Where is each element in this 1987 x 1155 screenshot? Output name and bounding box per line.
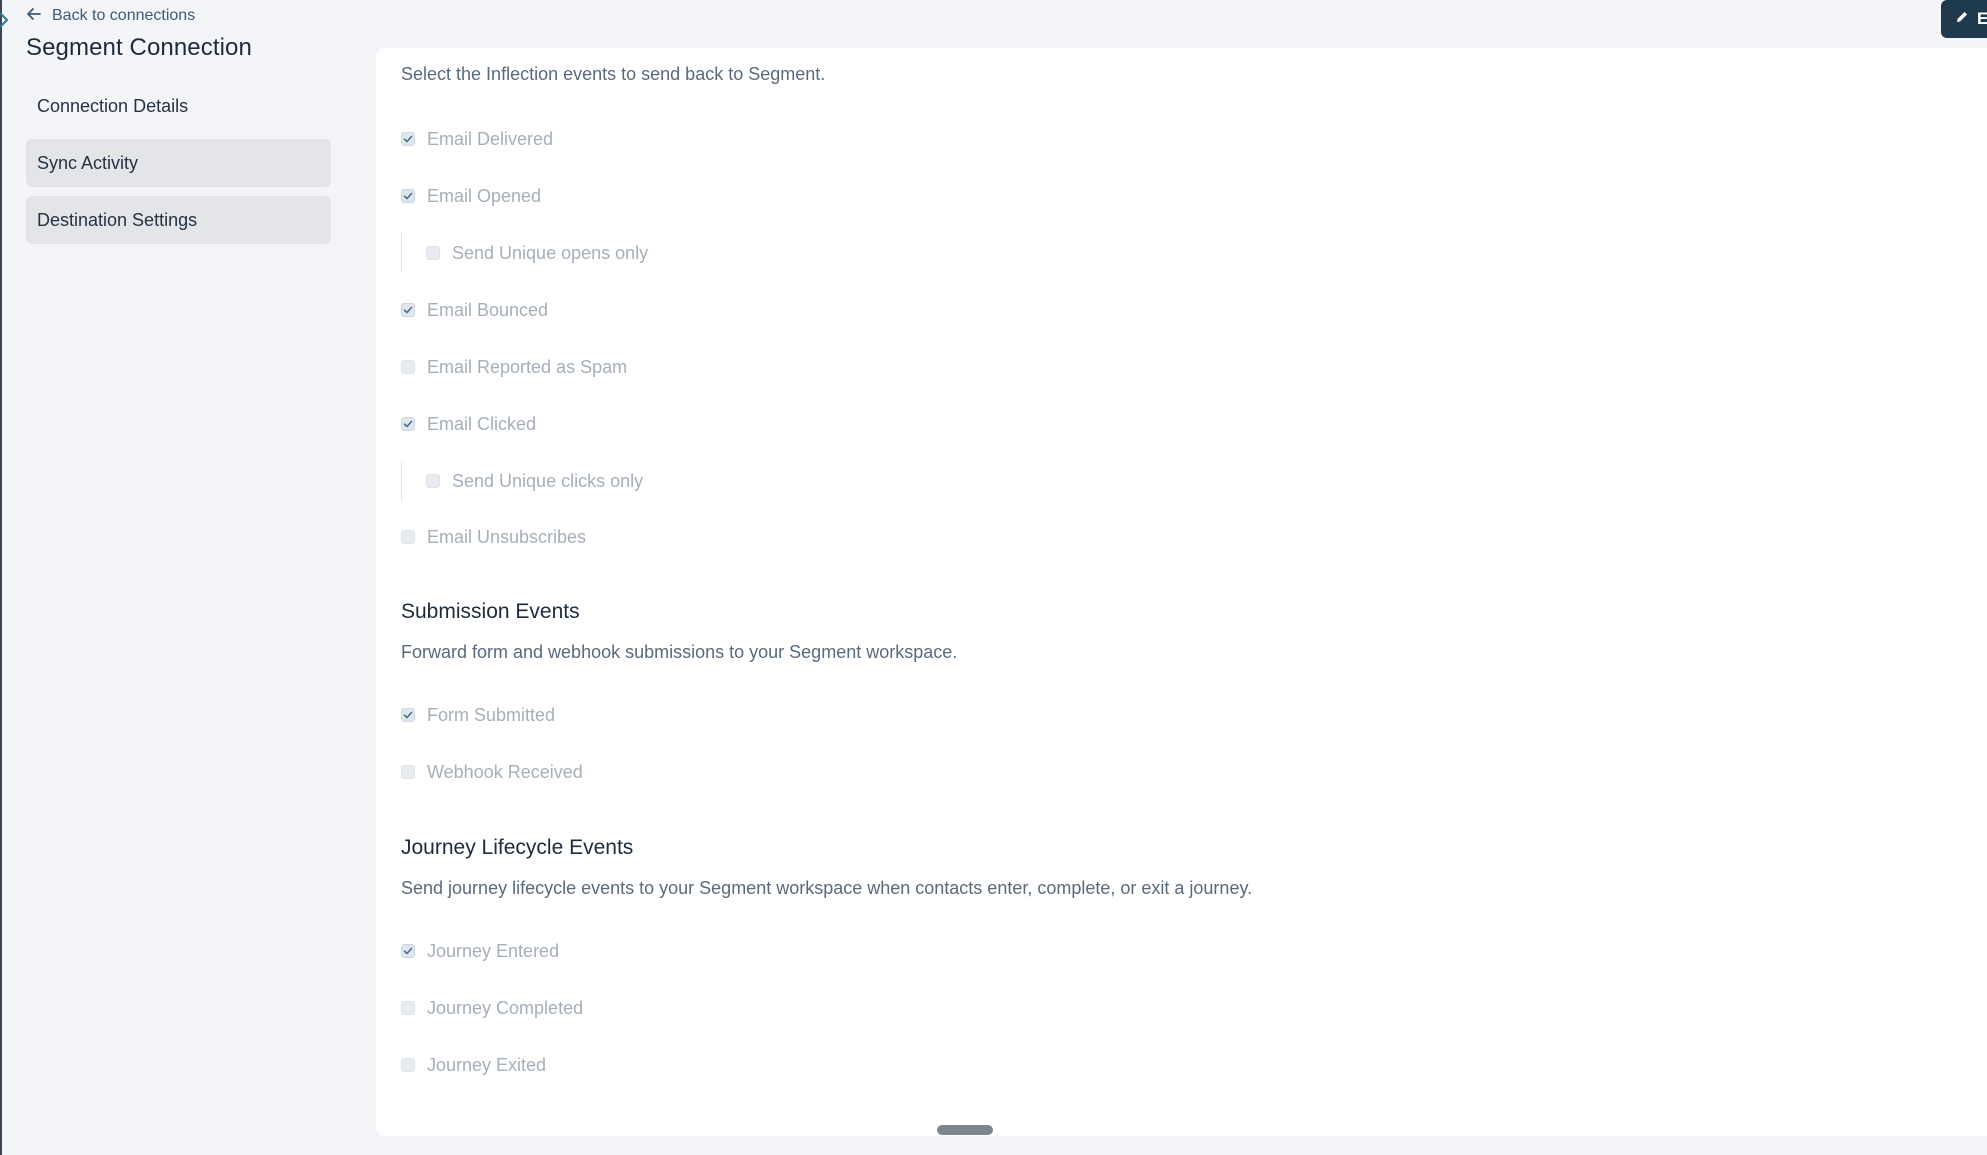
option-send-unique-clicks-only[interactable]: Send Unique clicks only: [401, 461, 644, 501]
submission-events-description: Forward form and webhook submissions to …: [401, 642, 958, 662]
settings-nav: Connection Details Sync Activity Destina…: [26, 82, 331, 253]
destination-settings-panel: Select the Inflection events to send bac…: [376, 48, 1987, 1136]
option-label: Journey Entered: [427, 940, 560, 961]
option-email-clicked[interactable]: Email Clicked: [401, 412, 536, 436]
checkmark-icon: [403, 947, 413, 955]
option-label: Email Clicked: [427, 413, 537, 434]
option-label: Email Unsubscribes: [427, 526, 587, 547]
edit-button[interactable]: Ed: [1941, 0, 1987, 38]
option-label: Journey Completed: [427, 997, 584, 1018]
option-send-unique-opens-only[interactable]: Send Unique opens only: [401, 233, 649, 273]
option-webhook-received[interactable]: Webhook Received: [401, 760, 583, 784]
resize-handle[interactable]: [937, 1125, 993, 1135]
checkbox[interactable]: [401, 417, 415, 431]
option-label: Email Reported as Spam: [427, 356, 628, 377]
checkmark-icon: [403, 306, 413, 314]
checkbox[interactable]: [401, 1058, 415, 1072]
option-email-unsubscribes[interactable]: Email Unsubscribes: [401, 525, 586, 549]
option-journey-completed[interactable]: Journey Completed: [401, 996, 583, 1020]
journey-lifecycle-events-description: Send journey lifecycle events to your Se…: [401, 878, 1253, 898]
nav-item-label: Sync Activity: [37, 152, 139, 173]
edit-button-label: Ed: [1977, 9, 1987, 28]
checkmark-icon: [403, 420, 413, 428]
checkbox[interactable]: [401, 132, 415, 146]
email-section-description: Select the Inflection events to send bac…: [401, 64, 826, 84]
checkmark-icon: [403, 135, 413, 143]
option-label: Webhook Received: [427, 761, 583, 782]
nav-item-label: Destination Settings: [37, 209, 198, 230]
page-title: Segment Connection: [26, 34, 252, 61]
back-to-connections-link[interactable]: Back to connections: [26, 5, 195, 27]
option-label: Send Unique opens only: [452, 242, 649, 263]
nested-option-divider: [401, 233, 402, 273]
option-journey-entered[interactable]: Journey Entered: [401, 939, 559, 963]
option-email-bounced[interactable]: Email Bounced: [401, 298, 548, 322]
option-email-delivered[interactable]: Email Delivered: [401, 127, 553, 151]
arrow-left-icon: [26, 6, 42, 27]
checkbox[interactable]: [426, 474, 440, 488]
checkbox[interactable]: [401, 944, 415, 958]
option-label: Email Delivered: [427, 128, 554, 149]
nav-item-connection-details[interactable]: Connection Details: [26, 82, 331, 130]
checkmark-icon: [403, 192, 413, 200]
nav-item-sync-activity[interactable]: Sync Activity: [26, 139, 331, 187]
option-label: Send Unique clicks only: [452, 470, 644, 491]
checkbox[interactable]: [401, 360, 415, 374]
option-label: Form Submitted: [427, 704, 556, 725]
checkbox[interactable]: [401, 1001, 415, 1015]
option-email-reported-as-spam[interactable]: Email Reported as Spam: [401, 355, 627, 379]
submission-events-title: Submission Events: [401, 600, 580, 623]
option-email-opened[interactable]: Email Opened: [401, 184, 541, 208]
option-form-submitted[interactable]: Form Submitted: [401, 703, 555, 727]
nested-option-divider: [401, 461, 402, 501]
nav-item-label: Connection Details: [37, 95, 189, 116]
checkbox[interactable]: [401, 765, 415, 779]
option-journey-exited[interactable]: Journey Exited: [401, 1053, 546, 1077]
option-label: Email Bounced: [427, 299, 549, 320]
back-link-label: Back to connections: [52, 7, 196, 24]
checkbox[interactable]: [401, 530, 415, 544]
pencil-icon: [1955, 9, 1969, 29]
journey-lifecycle-events-title: Journey Lifecycle Events: [401, 836, 634, 859]
checkbox[interactable]: [426, 246, 440, 260]
checkbox[interactable]: [401, 708, 415, 722]
chevron-right-icon[interactable]: [0, 10, 11, 30]
checkbox[interactable]: [401, 303, 415, 317]
left-edge-rail: [0, 0, 2, 1155]
checkbox[interactable]: [401, 189, 415, 203]
app-root: Back to connections Segment Connection E…: [0, 0, 1987, 1155]
nav-item-destination-settings[interactable]: Destination Settings: [26, 196, 331, 244]
checkmark-icon: [403, 711, 413, 719]
option-label: Email Opened: [427, 185, 542, 206]
option-label: Journey Exited: [427, 1054, 547, 1075]
